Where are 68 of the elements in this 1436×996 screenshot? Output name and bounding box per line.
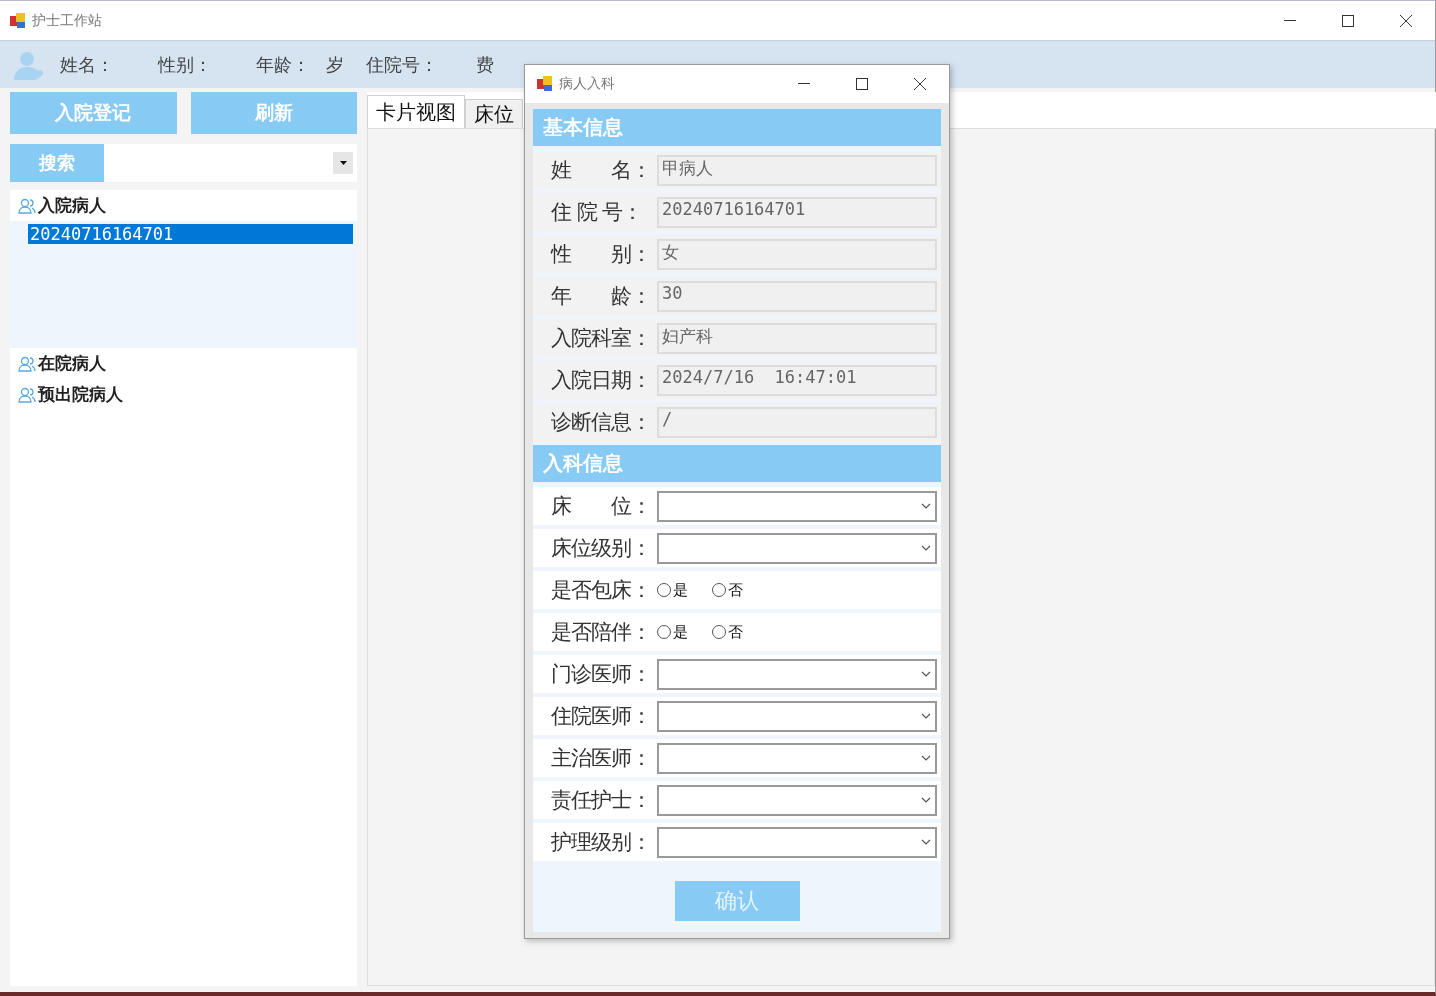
radio-option[interactable]: 是	[657, 580, 688, 600]
field-label: 诊断信息：	[551, 409, 652, 436]
people-icon	[18, 196, 36, 215]
field-label: 住 院 号：	[551, 199, 644, 226]
field-label: 是否陪伴：	[551, 619, 652, 646]
people-icon	[18, 354, 36, 373]
chevron-down-icon	[921, 713, 931, 719]
chevron-down-icon	[921, 839, 931, 845]
dialog-title: 病人入科	[559, 75, 615, 93]
readonly-field[interactable]: 20240716164701	[657, 196, 937, 228]
dropdown-field[interactable]	[657, 826, 937, 858]
dropdown-field[interactable]	[657, 490, 937, 522]
tab[interactable]: 床位	[465, 99, 523, 128]
maximize-icon	[856, 78, 868, 90]
radio-option[interactable]: 否	[712, 622, 743, 642]
field-label: 床 位：	[551, 493, 652, 520]
field-label: 责任护士：	[551, 787, 652, 814]
info-label: 年龄：	[256, 52, 310, 77]
minimize-icon	[1284, 19, 1296, 22]
dropdown-field[interactable]	[657, 742, 937, 774]
chevron-down-icon	[921, 545, 931, 551]
field-label: 年 龄：	[551, 283, 652, 310]
dropdown-button[interactable]	[333, 152, 353, 174]
field-label: 性 别：	[551, 241, 652, 268]
field-label: 床位级别：	[551, 535, 652, 562]
field-label: 住院医师：	[551, 703, 652, 730]
readonly-field[interactable]: 甲病人	[657, 154, 937, 186]
info-label: 住院号：	[366, 52, 438, 77]
chevron-down-icon	[921, 671, 931, 677]
readonly-field[interactable]: /	[657, 406, 937, 438]
app-icon	[10, 12, 26, 29]
minimize-icon	[798, 83, 810, 85]
dropdown-field[interactable]	[657, 532, 937, 564]
close-icon	[914, 78, 926, 90]
field-label: 是否包床：	[551, 577, 652, 604]
tree-item[interactable]: 20240716164701	[28, 224, 353, 244]
tab[interactable]: 卡片视图	[367, 95, 465, 128]
radio-option[interactable]: 是	[657, 622, 688, 642]
info-label: 岁	[326, 52, 344, 77]
caret-icon	[339, 161, 347, 165]
field-label: 门诊医师：	[551, 661, 652, 688]
info-label: 性别：	[158, 52, 212, 77]
app-icon	[537, 76, 553, 92]
field-label: 主治医师：	[551, 745, 652, 772]
field-label: 入院日期：	[551, 367, 652, 394]
field-label: 姓 名：	[551, 157, 652, 184]
maximize-icon	[1342, 14, 1354, 27]
window-title: 护士工作站	[32, 11, 102, 30]
readonly-field[interactable]: 2024/7/16 16:47:01	[657, 364, 937, 396]
chevron-down-icon	[921, 503, 931, 509]
chevron-down-icon	[921, 755, 931, 761]
dropdown-field[interactable]	[657, 658, 937, 690]
readonly-field[interactable]: 妇产科	[657, 322, 937, 354]
section-header: 基本信息	[533, 109, 941, 146]
dropdown-field[interactable]	[657, 700, 937, 732]
readonly-field[interactable]: 30	[657, 280, 937, 312]
chevron-down-icon	[921, 797, 931, 803]
info-label: 姓名：	[60, 52, 114, 77]
field-label: 入院科室：	[551, 325, 652, 352]
radio-option[interactable]: 否	[712, 580, 743, 600]
field-label: 护理级别：	[551, 829, 652, 856]
user-icon	[14, 49, 46, 80]
people-icon	[18, 385, 36, 404]
readonly-field[interactable]: 女	[657, 238, 937, 270]
close-icon	[1400, 14, 1412, 27]
section-header: 入科信息	[533, 445, 941, 482]
info-label: 费	[476, 52, 494, 77]
dropdown-field[interactable]	[657, 784, 937, 816]
